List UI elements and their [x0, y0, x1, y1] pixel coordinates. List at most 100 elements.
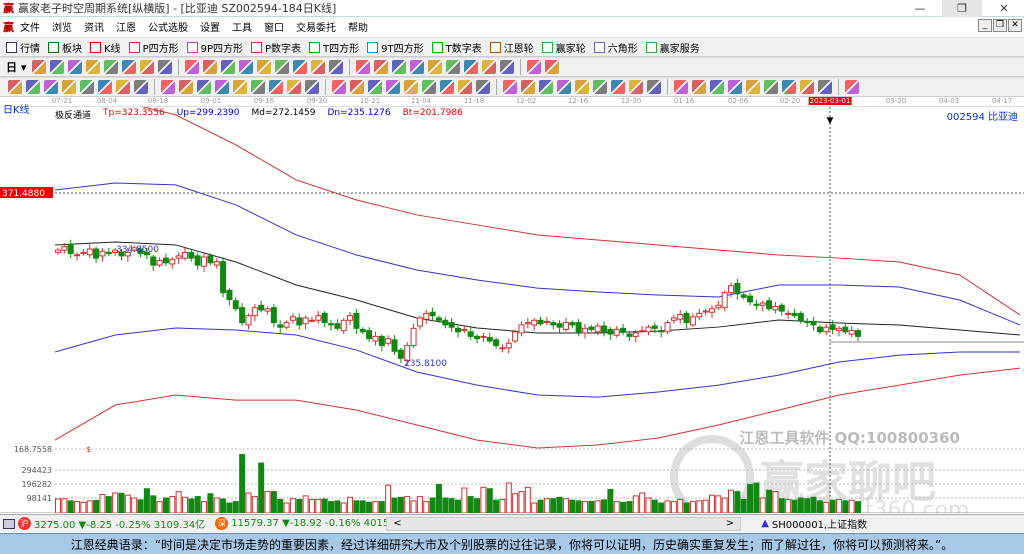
wave-icon[interactable]: [98, 80, 112, 94]
grid2-icon[interactable]: [476, 80, 490, 94]
fan-icon[interactable]: [287, 80, 301, 94]
triangle-icon[interactable]: [674, 80, 688, 94]
gift-icon[interactable]: [428, 60, 443, 74]
angle5-icon[interactable]: [782, 80, 796, 94]
toolbar-button-6[interactable]: T四方形: [309, 40, 359, 55]
toolbar-button-9[interactable]: 江恩轮: [489, 40, 534, 55]
circle-icon[interactable]: [134, 80, 148, 94]
menu-item-4[interactable]: 公式选股: [148, 19, 188, 34]
rect-icon[interactable]: [368, 80, 382, 94]
diamond4-icon[interactable]: [311, 60, 326, 74]
percent-sign-icon[interactable]: [557, 80, 571, 94]
angle2-icon[interactable]: [710, 80, 724, 94]
toolbar-button-8[interactable]: T数字表: [431, 40, 482, 55]
prev-icon[interactable]: [221, 60, 236, 74]
indicator2-icon[interactable]: [104, 60, 119, 74]
mdi-minimize-button[interactable]: _: [978, 19, 992, 32]
menu-item-1[interactable]: 浏览: [52, 19, 72, 34]
last-icon[interactable]: [203, 60, 218, 74]
scroll-right-button[interactable]: >: [726, 518, 734, 530]
mdi-close-button[interactable]: ✕: [1008, 19, 1022, 32]
mdi-restore-button[interactable]: ❐: [993, 19, 1007, 32]
cycle-icon[interactable]: [350, 80, 364, 94]
diamond5-icon[interactable]: [329, 60, 344, 74]
pen-icon[interactable]: [8, 80, 22, 94]
calc-icon[interactable]: [446, 60, 461, 74]
toolbar-button-5[interactable]: P数字表: [251, 40, 301, 55]
pct-line-icon[interactable]: [593, 80, 607, 94]
horizontal-scrollbar[interactable]: < >: [386, 516, 742, 531]
scroll-left-button[interactable]: <: [393, 518, 401, 530]
channel-icon[interactable]: [539, 80, 553, 94]
period-select[interactable]: 日 ▾: [6, 59, 26, 75]
gold-circle-icon[interactable]: [611, 80, 625, 94]
angle6-icon[interactable]: [800, 80, 814, 94]
toolbar-button-4[interactable]: 9P四方形: [186, 40, 243, 55]
f-icon[interactable]: [728, 80, 742, 94]
color-icon[interactable]: [158, 60, 173, 74]
minimize-button[interactable]: —: [900, 0, 940, 17]
next-icon[interactable]: [239, 60, 254, 74]
percent-icon[interactable]: [575, 80, 589, 94]
taiji-icon[interactable]: [818, 80, 832, 94]
form-icon[interactable]: [500, 60, 515, 74]
menu-item-8[interactable]: 交易委托: [296, 19, 336, 34]
pen2-icon[interactable]: [647, 80, 661, 94]
menu-item-0[interactable]: 文件: [20, 19, 40, 34]
gann-icon[interactable]: [305, 80, 319, 94]
toolbar-button-0[interactable]: 行情: [6, 40, 40, 55]
square-icon[interactable]: [404, 80, 418, 94]
gold3-icon[interactable]: [692, 80, 706, 94]
menu-item-7[interactable]: 窗口: [264, 19, 284, 34]
gold2-icon[interactable]: [62, 80, 76, 94]
toolbar-button-10[interactable]: 赢家轮: [541, 40, 586, 55]
line-icon[interactable]: [410, 60, 425, 74]
diamond3-icon[interactable]: [293, 60, 308, 74]
calculator-icon[interactable]: [3, 518, 15, 529]
toolbar-button-12[interactable]: 赢家服务: [645, 40, 700, 55]
weight-icon[interactable]: [140, 60, 155, 74]
bars-icon[interactable]: [332, 80, 346, 94]
period-icon[interactable]: [32, 60, 47, 74]
truck-icon[interactable]: [545, 60, 560, 74]
menu-item-9[interactable]: 帮助: [348, 19, 368, 34]
angle4-icon[interactable]: [764, 80, 778, 94]
save-icon[interactable]: [527, 60, 542, 74]
infinity-icon[interactable]: [845, 80, 859, 94]
restore-button[interactable]: ❐: [942, 0, 982, 17]
toolbar-button-7[interactable]: 9T四方形: [367, 40, 424, 55]
sh-index-quote[interactable]: 3275.00 ▼-8.25 -0.25% 3109.34亿: [34, 516, 205, 531]
toolbar-button-11[interactable]: 六角形: [593, 40, 638, 55]
menu-item-3[interactable]: 江恩: [116, 19, 136, 34]
crosshair-icon[interactable]: [392, 60, 407, 74]
v-icon[interactable]: [458, 80, 472, 94]
gold-line-icon[interactable]: [629, 80, 643, 94]
current-index-label[interactable]: SH000001,上证指数: [772, 516, 867, 531]
toolbar-button-2[interactable]: K线: [90, 40, 121, 55]
candle-icon[interactable]: [122, 60, 137, 74]
menu-item-6[interactable]: 工具: [232, 19, 252, 34]
calendar-icon[interactable]: [464, 60, 479, 74]
angle3-icon[interactable]: [746, 80, 760, 94]
chart-type-icon[interactable]: [50, 60, 65, 74]
table-icon[interactable]: [482, 60, 497, 74]
target-icon[interactable]: [215, 80, 229, 94]
eraser-icon[interactable]: [116, 80, 130, 94]
grid-icon[interactable]: [161, 80, 175, 94]
sz-index-quote[interactable]: 11579.37 ▼-18.92 -0.16% 4015.38: [231, 518, 386, 529]
first-icon[interactable]: [185, 60, 200, 74]
n2-icon[interactable]: [179, 80, 193, 94]
close-button[interactable]: ✕: [984, 0, 1024, 17]
kline-chart[interactable]: 江恩工具软件 QQ:100800360 赢家聊吧 jiaoba.yict360.…: [0, 107, 1024, 513]
toolbar-button-3[interactable]: P四方形: [128, 40, 179, 55]
speed-icon[interactable]: [269, 80, 283, 94]
parallel-icon[interactable]: [521, 80, 535, 94]
menu-item-5[interactable]: 设置: [200, 19, 220, 34]
hand-icon[interactable]: [374, 60, 389, 74]
indicator-icon[interactable]: [86, 60, 101, 74]
grid3-icon[interactable]: [503, 80, 517, 94]
gold1-icon[interactable]: [44, 80, 58, 94]
diamond2-icon[interactable]: [275, 60, 290, 74]
fib-icon[interactable]: [80, 80, 94, 94]
star-icon[interactable]: [233, 80, 247, 94]
